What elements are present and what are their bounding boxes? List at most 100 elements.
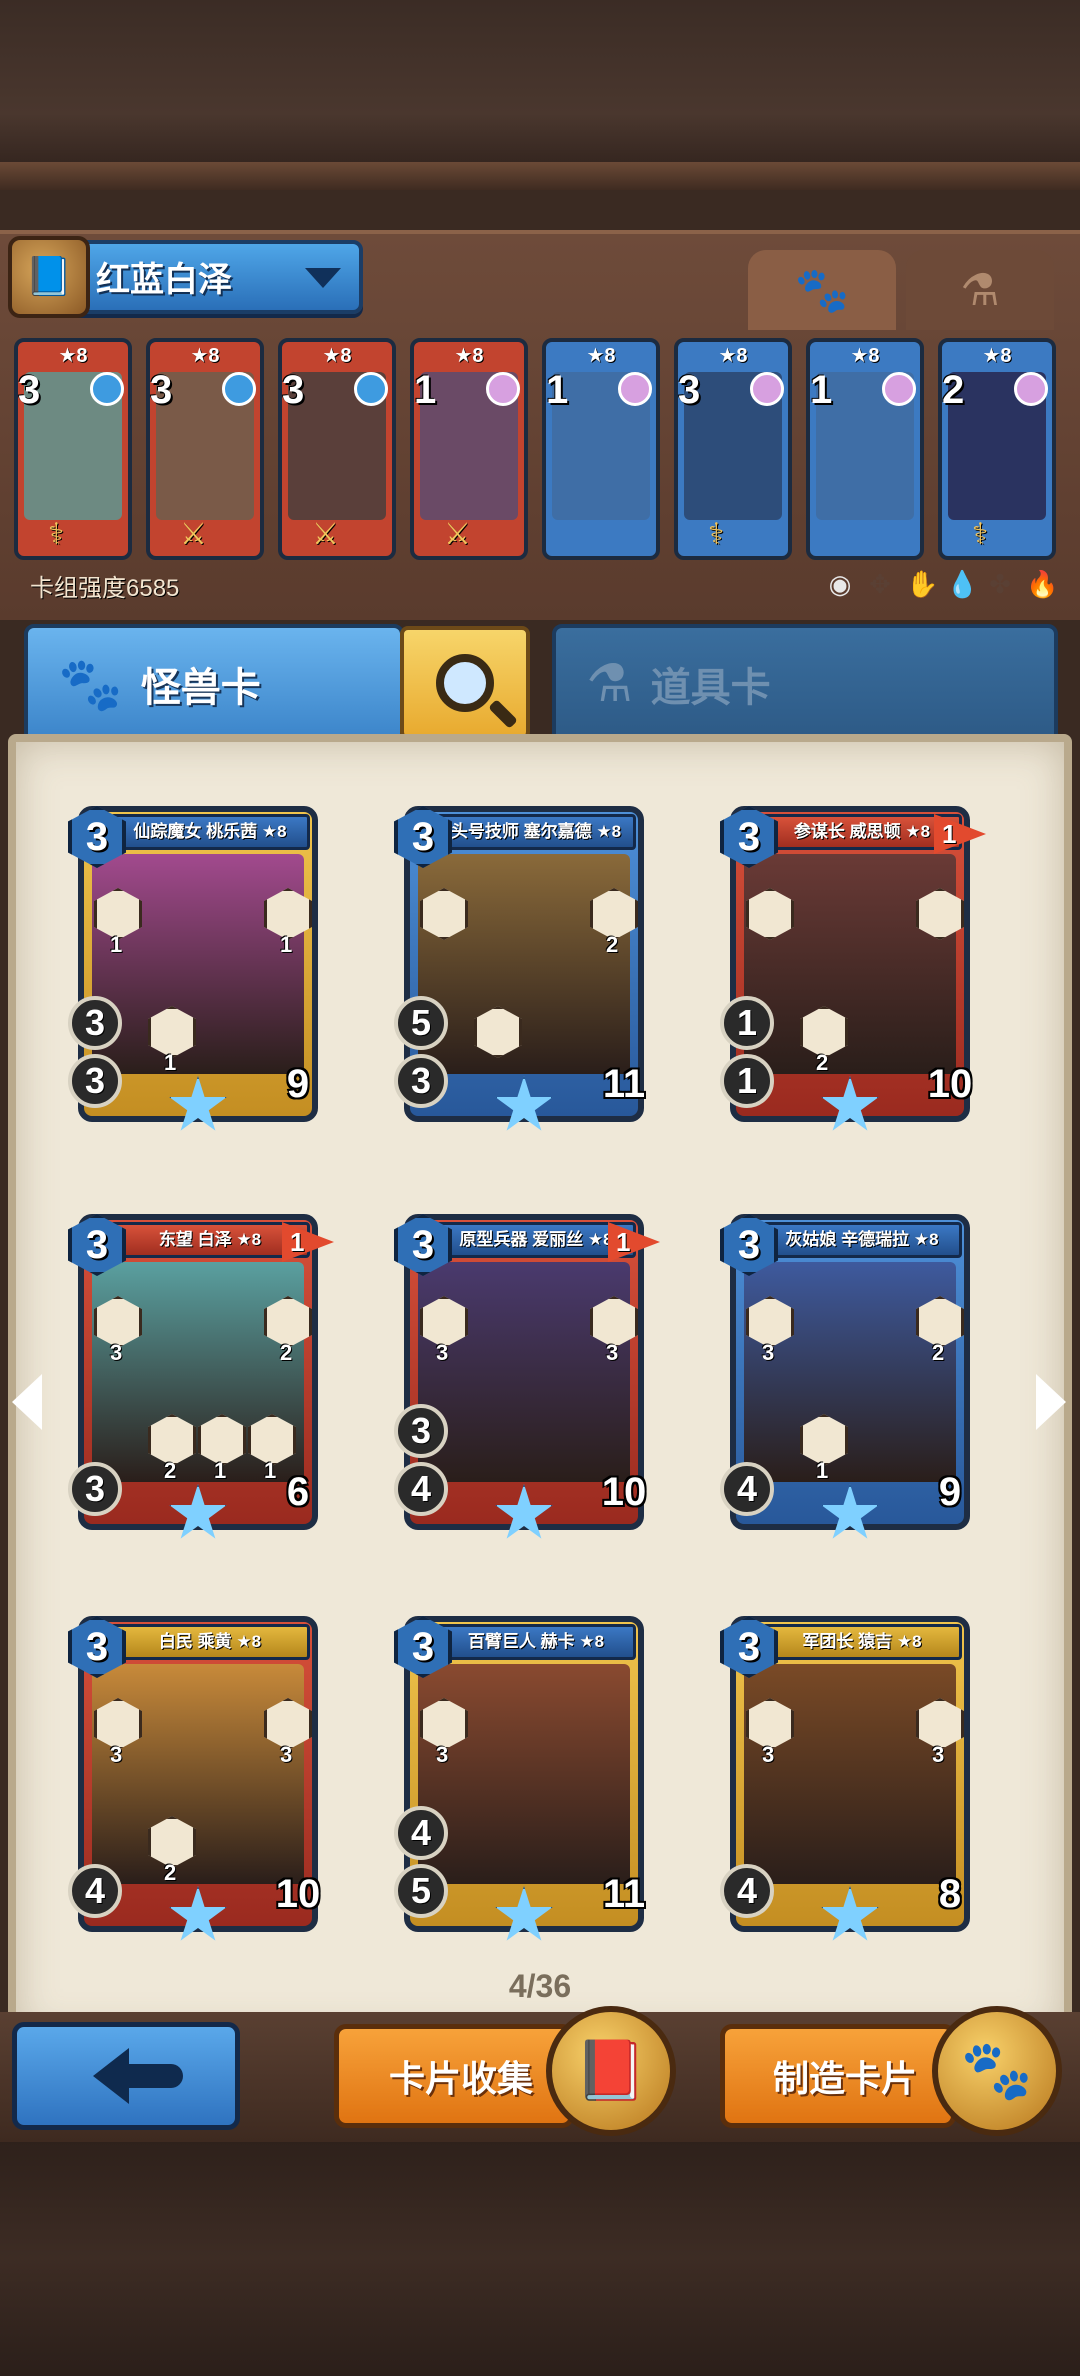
beast-element-icon: ✥ (869, 568, 891, 599)
top-wood-background (0, 0, 1080, 190)
monster-card[interactable]: 头号技师 塞尔嘉德 ★8 3 2 5 3 11 (394, 806, 654, 1136)
wind-element-icon: ✤ (989, 568, 1011, 599)
page-indicator: 4/36 (508, 1968, 572, 2004)
deck-card[interactable]: ★8 3 ⚕ (674, 338, 792, 560)
card-stars: ★8 (718, 345, 748, 367)
card-name: 灰姑娘 辛德瑞拉 ★8 (762, 1222, 962, 1258)
card-attack: 3 (394, 1054, 448, 1108)
monster-card[interactable]: 东望 白泽 ★8 3 1 3 2 2 1 1 3 6 (68, 1214, 334, 1544)
deck-card[interactable]: ★8 1 ⚔ (410, 338, 528, 560)
next-page-arrow-icon[interactable] (1036, 1374, 1066, 1430)
skill-count: 3 (762, 1340, 775, 1365)
card-name: 仙踪魔女 桃乐茜 ★8 (110, 814, 310, 850)
deck-card[interactable]: ★8 2 ⚕ (938, 338, 1056, 560)
deck-card[interactable]: ★8 3 ⚔ (146, 338, 264, 560)
tab-item-deck[interactable]: ⚗ (906, 250, 1054, 330)
deck-card[interactable]: ★8 1 (806, 338, 924, 560)
card-art (92, 854, 304, 1074)
skill-count: 2 (164, 1860, 177, 1885)
skill-count: 3 (110, 1340, 123, 1365)
card-attack: 4 (720, 1864, 774, 1918)
card-name: 白民 乘黄 ★8 (110, 1624, 310, 1660)
equipment-icon: ⚔ (444, 518, 471, 551)
monster-card[interactable]: 百臂巨人 赫卡 ★8 3 3 4 5 11 (394, 1616, 654, 1946)
card-cost: 2 (942, 368, 965, 412)
skill-count: 3 (606, 1340, 619, 1365)
tab-monster-deck[interactable]: 🐾 (748, 250, 896, 330)
monster-card[interactable]: 仙踪魔女 桃乐茜 ★8 3 1 1 1 3 3 9 (68, 806, 328, 1136)
card-collection-button[interactable]: 卡片收集 (334, 2024, 574, 2128)
monster-card[interactable]: 军团长 猿吉 ★8 3 3 3 4 8 (720, 1616, 980, 1946)
card-attack: 1 (720, 1054, 774, 1108)
card-art (92, 1664, 304, 1884)
deck-card[interactable]: ★8 1 (542, 338, 660, 560)
deck-book-icon: 📘 (8, 236, 90, 318)
card-cost: 1 (810, 368, 833, 412)
card-stars: ★8 (982, 345, 1012, 367)
monster-card[interactable]: 灰姑娘 辛德瑞拉 ★8 3 3 2 1 4 9 (720, 1214, 980, 1544)
card-name: 参谋长 威思顿 ★8 (762, 814, 962, 850)
magnifier-icon (436, 654, 494, 712)
neutral-element-icon: ◉ (828, 568, 852, 599)
card-cost: 3 (282, 368, 305, 412)
deck-card[interactable]: ★8 3 ⚔ (278, 338, 396, 560)
equipment-icon: ⚕ (972, 518, 989, 551)
back-arrow-icon (93, 2048, 183, 2104)
monster-card[interactable]: 参谋长 威思顿 ★8 3 1 2 1 1 10 (720, 806, 986, 1136)
fire-element-icon: 🔥 (1026, 568, 1059, 599)
prev-page-arrow-icon[interactable] (12, 1374, 42, 1430)
card-health: 6 (270, 1464, 326, 1520)
monster-card[interactable]: 原型兵器 爱丽丝 ★8 3 1 3 3 3 4 10 (394, 1214, 660, 1544)
rarity-gem-icon (354, 372, 388, 406)
skill-count: 3 (436, 1340, 449, 1365)
card-stars: ★8 (850, 345, 880, 367)
rarity-gem-icon (90, 372, 124, 406)
card-name: 原型兵器 爱丽丝 ★8 (436, 1222, 636, 1258)
card-art (744, 854, 956, 1074)
card-name: 百臂巨人 赫卡 ★8 (436, 1624, 636, 1660)
equipment-icon: ⚕ (708, 518, 725, 551)
card-art (418, 854, 630, 1074)
card-speed: 5 (394, 996, 448, 1050)
potion-icon: ⚗ (586, 655, 633, 713)
skill-count: 1 (816, 1458, 829, 1483)
card-cost: 3 (150, 368, 173, 412)
paw-jar-icon[interactable]: 🐾 (932, 2006, 1062, 2136)
deck-card[interactable]: ★8 3 ⚕ (14, 338, 132, 560)
skill-count: 1 (164, 1050, 177, 1075)
card-stars: ★8 (58, 345, 88, 367)
tab-monster-cards[interactable]: 🐾 怪兽卡 (24, 624, 404, 744)
card-cost: 1 (414, 368, 437, 412)
chevron-down-icon[interactable] (305, 268, 341, 288)
tab-item-cards[interactable]: ⚗ 道具卡 (552, 624, 1058, 744)
monster-card[interactable]: 白民 乘黄 ★8 3 3 3 2 4 10 (68, 1616, 328, 1946)
deck-card-strip: ★8 3 ⚕ ★8 3 ⚔ ★8 3 ⚔ ★8 1 ⚔ ★8 1 ★8 3 ⚕ ★8 1 ★8 2 ⚕ (14, 338, 1066, 560)
skill-count: 1 (214, 1458, 227, 1483)
card-speed: 3 (394, 1404, 448, 1458)
card-stars: ★8 (586, 345, 616, 367)
card-art (744, 1262, 956, 1482)
card-health: 8 (922, 1866, 978, 1922)
bottom-wood-background (0, 2140, 1080, 2376)
craft-card-button[interactable]: 制造卡片 (720, 2024, 956, 2128)
rarity-gem-icon (750, 372, 784, 406)
card-art (418, 1262, 630, 1482)
element-summary: ◉ ✥ ✋ 💧 ✤ 🔥 (826, 566, 1066, 602)
card-cost: 3 (678, 368, 701, 412)
potion-icon: ⚗ (960, 265, 1000, 315)
equipment-icon: ⚔ (312, 518, 339, 551)
card-attack: 5 (394, 1864, 448, 1918)
tab-item-label: 道具卡 (650, 666, 771, 710)
tab-monster-label: 怪兽卡 (140, 666, 261, 710)
card-speed: 4 (394, 1806, 448, 1860)
card-art (744, 1664, 956, 1884)
card-attack: 4 (394, 1462, 448, 1516)
card-book-icon[interactable]: 📕 (546, 2006, 676, 2136)
paw-icon: 🐾 (58, 655, 123, 714)
skill-count: 3 (110, 1742, 123, 1767)
back-button[interactable] (12, 2022, 240, 2130)
deck-strength: 卡组强度6585 (30, 575, 180, 602)
search-button[interactable] (400, 626, 530, 740)
card-health: 10 (270, 1866, 326, 1922)
skill-count: 2 (932, 1340, 945, 1365)
